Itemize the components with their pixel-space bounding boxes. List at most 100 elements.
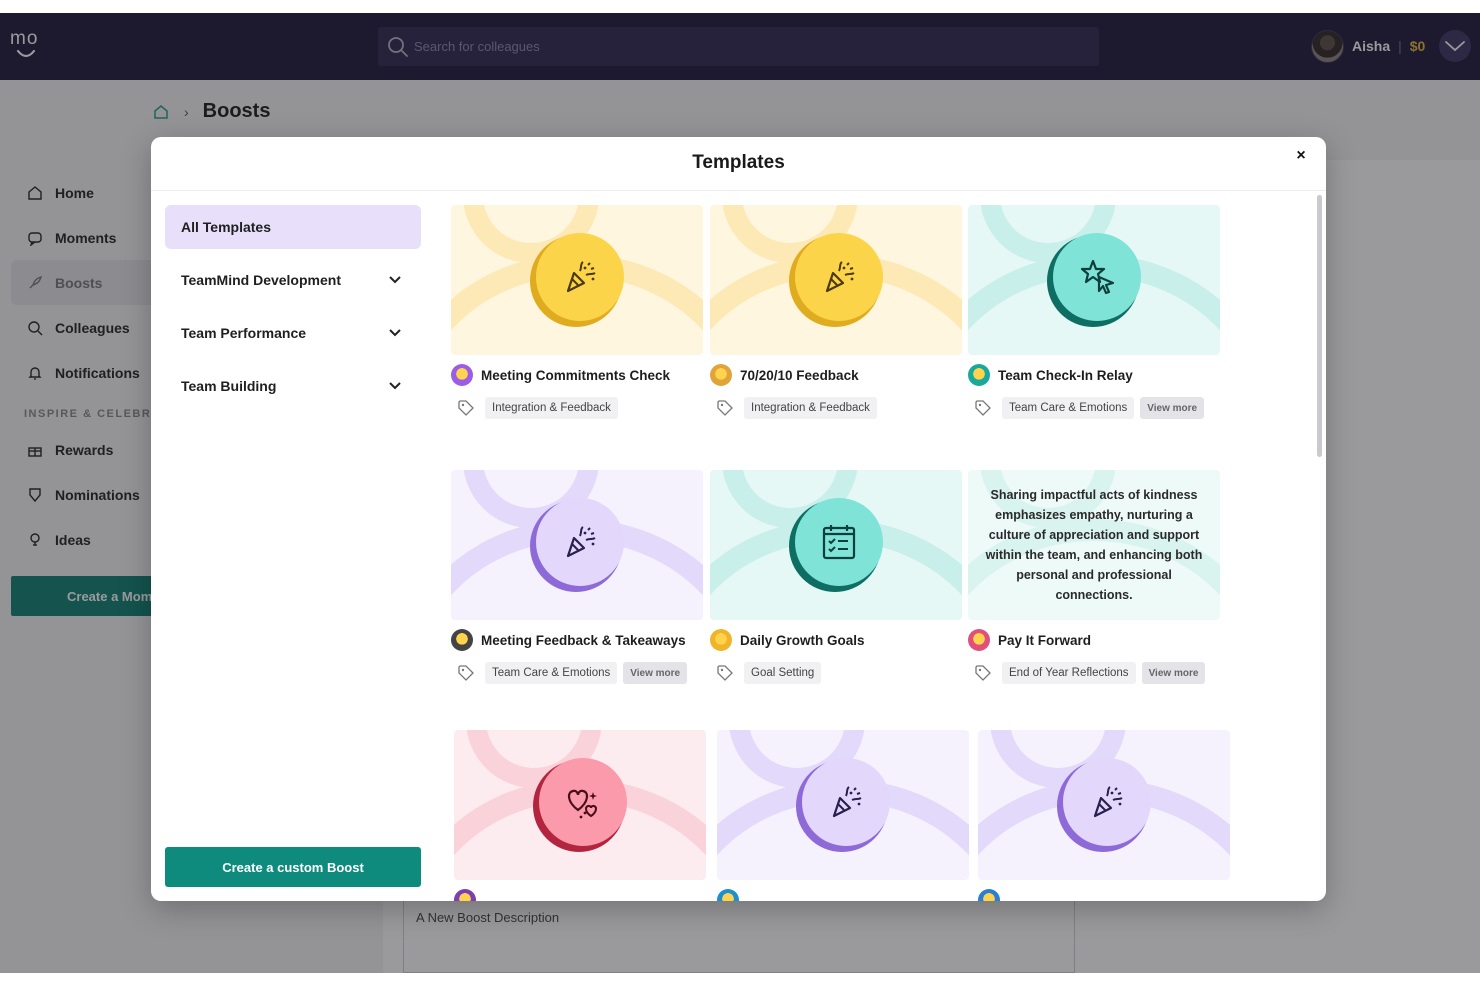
tag-icon: [717, 665, 733, 681]
view-more-button[interactable]: View more: [1140, 397, 1205, 419]
template-badge: [530, 233, 624, 327]
template-card-image[interactable]: [451, 470, 703, 620]
template-badge: [1057, 758, 1151, 852]
tag-icon: [975, 400, 991, 416]
template-card-title: 70/20/10 Feedback: [740, 367, 859, 383]
template-card-header: [454, 889, 706, 901]
template-card-title: Team Check-In Relay: [998, 367, 1133, 383]
template-card-image[interactable]: [968, 205, 1220, 355]
template-emoji-icon: [968, 629, 990, 651]
template-badge: [533, 758, 627, 852]
template-tags: Integration & Feedback: [710, 396, 962, 420]
confetti-icon: [1063, 758, 1151, 846]
view-more-button[interactable]: View more: [1141, 662, 1206, 684]
nav-item-teammind-development[interactable]: TeamMind Development: [165, 258, 421, 302]
confetti-icon: [536, 498, 624, 586]
template-emoji-icon: [968, 364, 990, 386]
chevron-down-icon: [389, 329, 401, 337]
template-card-description: Sharing impactful acts of kindness empha…: [985, 488, 1203, 602]
template-card[interactable]: [454, 730, 706, 901]
templates-modal: Templates × All Templates TeamMind Devel…: [151, 137, 1326, 901]
confetti-icon: [795, 233, 883, 321]
template-tags: End of Year Reflections View more: [968, 661, 1220, 685]
close-button[interactable]: ×: [1292, 147, 1310, 165]
nav-item-all-templates[interactable]: All Templates: [165, 205, 421, 249]
template-card-title: Meeting Feedback & Takeaways: [481, 632, 686, 648]
scrollbar[interactable]: [1317, 195, 1322, 457]
template-card-header: Team Check-In Relay: [968, 364, 1220, 386]
template-card[interactable]: 70/20/10 Feedback Integration & Feedback: [710, 205, 962, 420]
category-tag: Goal Setting: [744, 662, 822, 684]
template-card-image[interactable]: Sharing impactful acts of kindness empha…: [968, 470, 1220, 620]
nav-item-label: Team Performance: [181, 325, 307, 341]
modal-title: Templates: [692, 152, 785, 173]
chevron-down-icon: [389, 382, 401, 390]
template-badge: [789, 498, 883, 592]
template-card[interactable]: Team Check-In Relay Team Care & Emotions V…: [968, 205, 1220, 420]
template-card-image[interactable]: [710, 470, 962, 620]
category-tag: Team Care & Emotions: [485, 662, 618, 684]
template-card-header: [717, 889, 969, 901]
template-card[interactable]: [978, 730, 1230, 901]
template-card[interactable]: Daily Growth Goals Goal Setting: [710, 470, 962, 685]
template-card[interactable]: Meeting Feedback & Takeaways Team Care & …: [451, 470, 703, 685]
template-tags: Team Care & Emotions View more: [451, 661, 703, 685]
category-tag: Integration & Feedback: [485, 397, 618, 419]
category-tag: Integration & Feedback: [744, 397, 877, 419]
template-badge: [530, 498, 624, 592]
nav-item-team-building[interactable]: Team Building: [165, 364, 421, 408]
star-cursor-icon: [1053, 233, 1141, 321]
template-grid: Meeting Commitments Check Integration & F…: [451, 205, 1311, 901]
close-icon: ×: [1296, 147, 1306, 164]
template-tags: Goal Setting: [710, 661, 962, 685]
nav-item-label: TeamMind Development: [181, 272, 341, 288]
template-emoji-icon: [710, 364, 732, 386]
template-emoji-icon: [717, 889, 739, 901]
calendar-check-icon: [795, 498, 883, 586]
template-emoji-icon: [451, 629, 473, 651]
template-card-header: Pay It Forward: [968, 629, 1220, 651]
template-card-header: Daily Growth Goals: [710, 629, 962, 651]
template-emoji-icon: [454, 889, 476, 901]
view-more-button[interactable]: View more: [623, 662, 688, 684]
tag-icon: [458, 665, 474, 681]
template-card-header: 70/20/10 Feedback: [710, 364, 962, 386]
confetti-icon: [802, 758, 890, 846]
category-tag: Team Care & Emotions: [1002, 397, 1135, 419]
template-card-image[interactable]: [710, 205, 962, 355]
template-emoji-icon: [978, 889, 1000, 901]
hearts-icon: [539, 758, 627, 846]
template-badge: [789, 233, 883, 327]
create-custom-boost-button[interactable]: Create a custom Boost: [165, 847, 421, 887]
template-emoji-icon: [451, 364, 473, 386]
nav-item-label: All Templates: [181, 219, 271, 235]
template-card-title: Daily Growth Goals: [740, 632, 865, 648]
template-badge: [1047, 233, 1141, 327]
chevron-down-icon: [389, 276, 401, 284]
template-card-image[interactable]: [451, 205, 703, 355]
tag-icon: [717, 400, 733, 416]
template-card[interactable]: Meeting Commitments Check Integration & F…: [451, 205, 703, 420]
template-card-image[interactable]: [717, 730, 969, 880]
template-emoji-icon: [710, 629, 732, 651]
template-category-nav: All Templates TeamMind Development Team …: [165, 205, 421, 417]
tag-icon: [458, 400, 474, 416]
template-tags: Team Care & Emotions View more: [968, 396, 1220, 420]
template-card-title: Meeting Commitments Check: [481, 367, 671, 383]
template-badge: [796, 758, 890, 852]
template-card-image[interactable]: [978, 730, 1230, 880]
template-tags: Integration & Feedback: [451, 396, 703, 420]
nav-item-team-performance[interactable]: Team Performance: [165, 311, 421, 355]
template-card[interactable]: Sharing impactful acts of kindness empha…: [968, 470, 1220, 685]
nav-item-label: Team Building: [181, 378, 277, 394]
template-card-image[interactable]: [454, 730, 706, 880]
modal-header: Templates ×: [151, 137, 1326, 191]
template-card[interactable]: [717, 730, 969, 901]
confetti-icon: [536, 233, 624, 321]
category-tag: End of Year Reflections: [1002, 662, 1136, 684]
template-card-title: Pay It Forward: [998, 632, 1092, 648]
template-card-header: Meeting Feedback & Takeaways: [451, 629, 703, 651]
template-card-header: [978, 889, 1230, 901]
app-window: mo Aisha | $0 › Boosts Home: [0, 13, 1480, 973]
tag-icon: [975, 665, 991, 681]
